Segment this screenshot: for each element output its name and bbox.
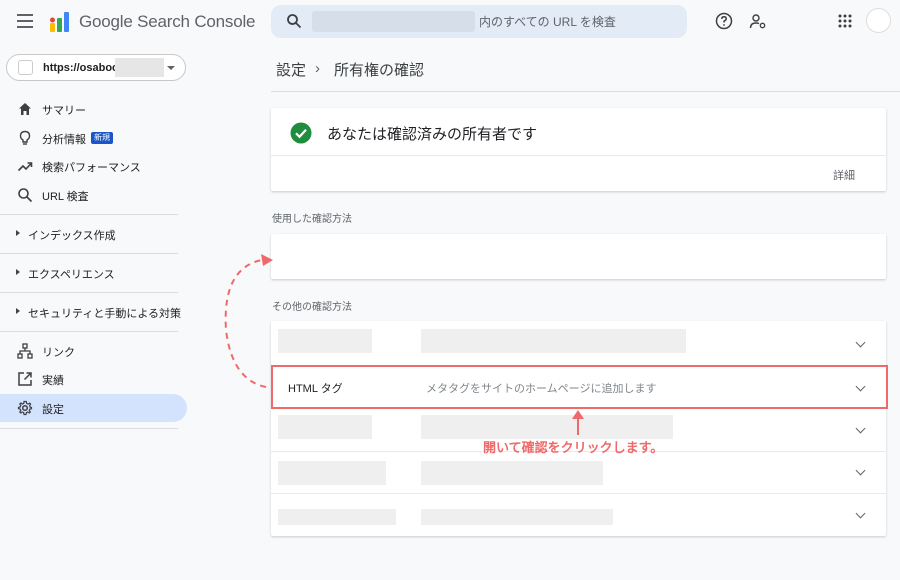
sidebar-section-indexing[interactable]: インデックス作成: [28, 227, 116, 243]
redacted-text: [278, 329, 372, 353]
sidebar-divider: [0, 331, 178, 332]
search-placeholder: 内のすべての URL を検査: [479, 15, 616, 29]
open-in-new-icon: [18, 372, 32, 386]
sidebar-section-security[interactable]: セキュリティと手動による対策: [28, 305, 181, 321]
breadcrumb-separator: ›: [315, 60, 320, 77]
redacted-text: [421, 509, 613, 525]
sidebar-item-label: リンク: [42, 347, 75, 359]
property-name: https://osaboo: [43, 62, 119, 74]
sidebar-item-label: 検索パフォーマンス: [42, 162, 141, 174]
other-methods-label: その他の確認方法: [272, 302, 352, 313]
new-badge: 新規: [91, 132, 113, 144]
user-settings-icon[interactable]: [749, 12, 767, 30]
sidebar-divider: [0, 292, 178, 293]
redacted-text: [421, 329, 686, 353]
trending-up-icon: [17, 162, 33, 172]
sidebar-divider: [0, 253, 178, 254]
lightbulb-icon: [19, 130, 31, 145]
details-link[interactable]: 詳細: [833, 167, 855, 183]
redacted-text: [278, 461, 386, 485]
check-circle-icon: [290, 122, 312, 144]
search-console-logo-icon: [50, 12, 69, 32]
redacted-text: [421, 461, 603, 485]
search-icon: [287, 14, 302, 29]
apps-grid-icon[interactable]: [837, 13, 853, 29]
html-tag-label: HTML タグ: [288, 383, 343, 395]
page-title: 所有権の確認: [334, 62, 425, 79]
redacted-text: [278, 509, 396, 525]
sidebar-section-experience[interactable]: エクスペリエンス: [28, 266, 115, 282]
used-method-card: [271, 234, 886, 279]
owner-status-card: [271, 108, 886, 191]
sidebar-item-label: URL 検査: [42, 191, 89, 203]
menu-icon[interactable]: [17, 14, 33, 28]
html-tag-description: メタタグをサイトのホームページに追加します: [426, 383, 657, 395]
caret-right-icon: [16, 269, 20, 275]
gear-icon: [17, 400, 33, 416]
redacted-text: [421, 415, 673, 439]
header-divider: [271, 91, 900, 92]
redacted-text: [278, 415, 372, 439]
home-icon: [19, 103, 31, 115]
caret-right-icon: [16, 230, 20, 236]
used-method-label: 使用した確認方法: [272, 214, 352, 225]
redacted-property: [115, 58, 164, 77]
dropdown-caret-icon: [167, 66, 175, 70]
app-title: Google Search Console: [79, 12, 256, 31]
caret-right-icon: [16, 308, 20, 314]
help-icon[interactable]: [715, 12, 733, 30]
sidebar-item-label: サマリー: [42, 105, 86, 117]
site-favicon-icon: [18, 60, 33, 75]
sidebar-divider: [0, 428, 178, 429]
annotation-text: 開いて確認をクリックします。: [483, 440, 664, 455]
sidebar-item-label: 分析情報: [42, 134, 86, 146]
sidebar-divider: [0, 214, 178, 215]
dashed-arrow-curve: [224, 259, 267, 388]
card-divider: [271, 155, 886, 156]
sitemap-icon: [17, 343, 33, 359]
owner-message: あなたは確認済みの所有者です: [327, 126, 538, 143]
search-icon: [18, 188, 33, 203]
avatar[interactable]: [866, 8, 891, 33]
redacted-domain: [312, 11, 475, 32]
breadcrumb-parent[interactable]: 設定: [276, 59, 306, 80]
sidebar-item-label: 設定: [42, 404, 64, 416]
sidebar-item-label: 実績: [42, 375, 64, 387]
